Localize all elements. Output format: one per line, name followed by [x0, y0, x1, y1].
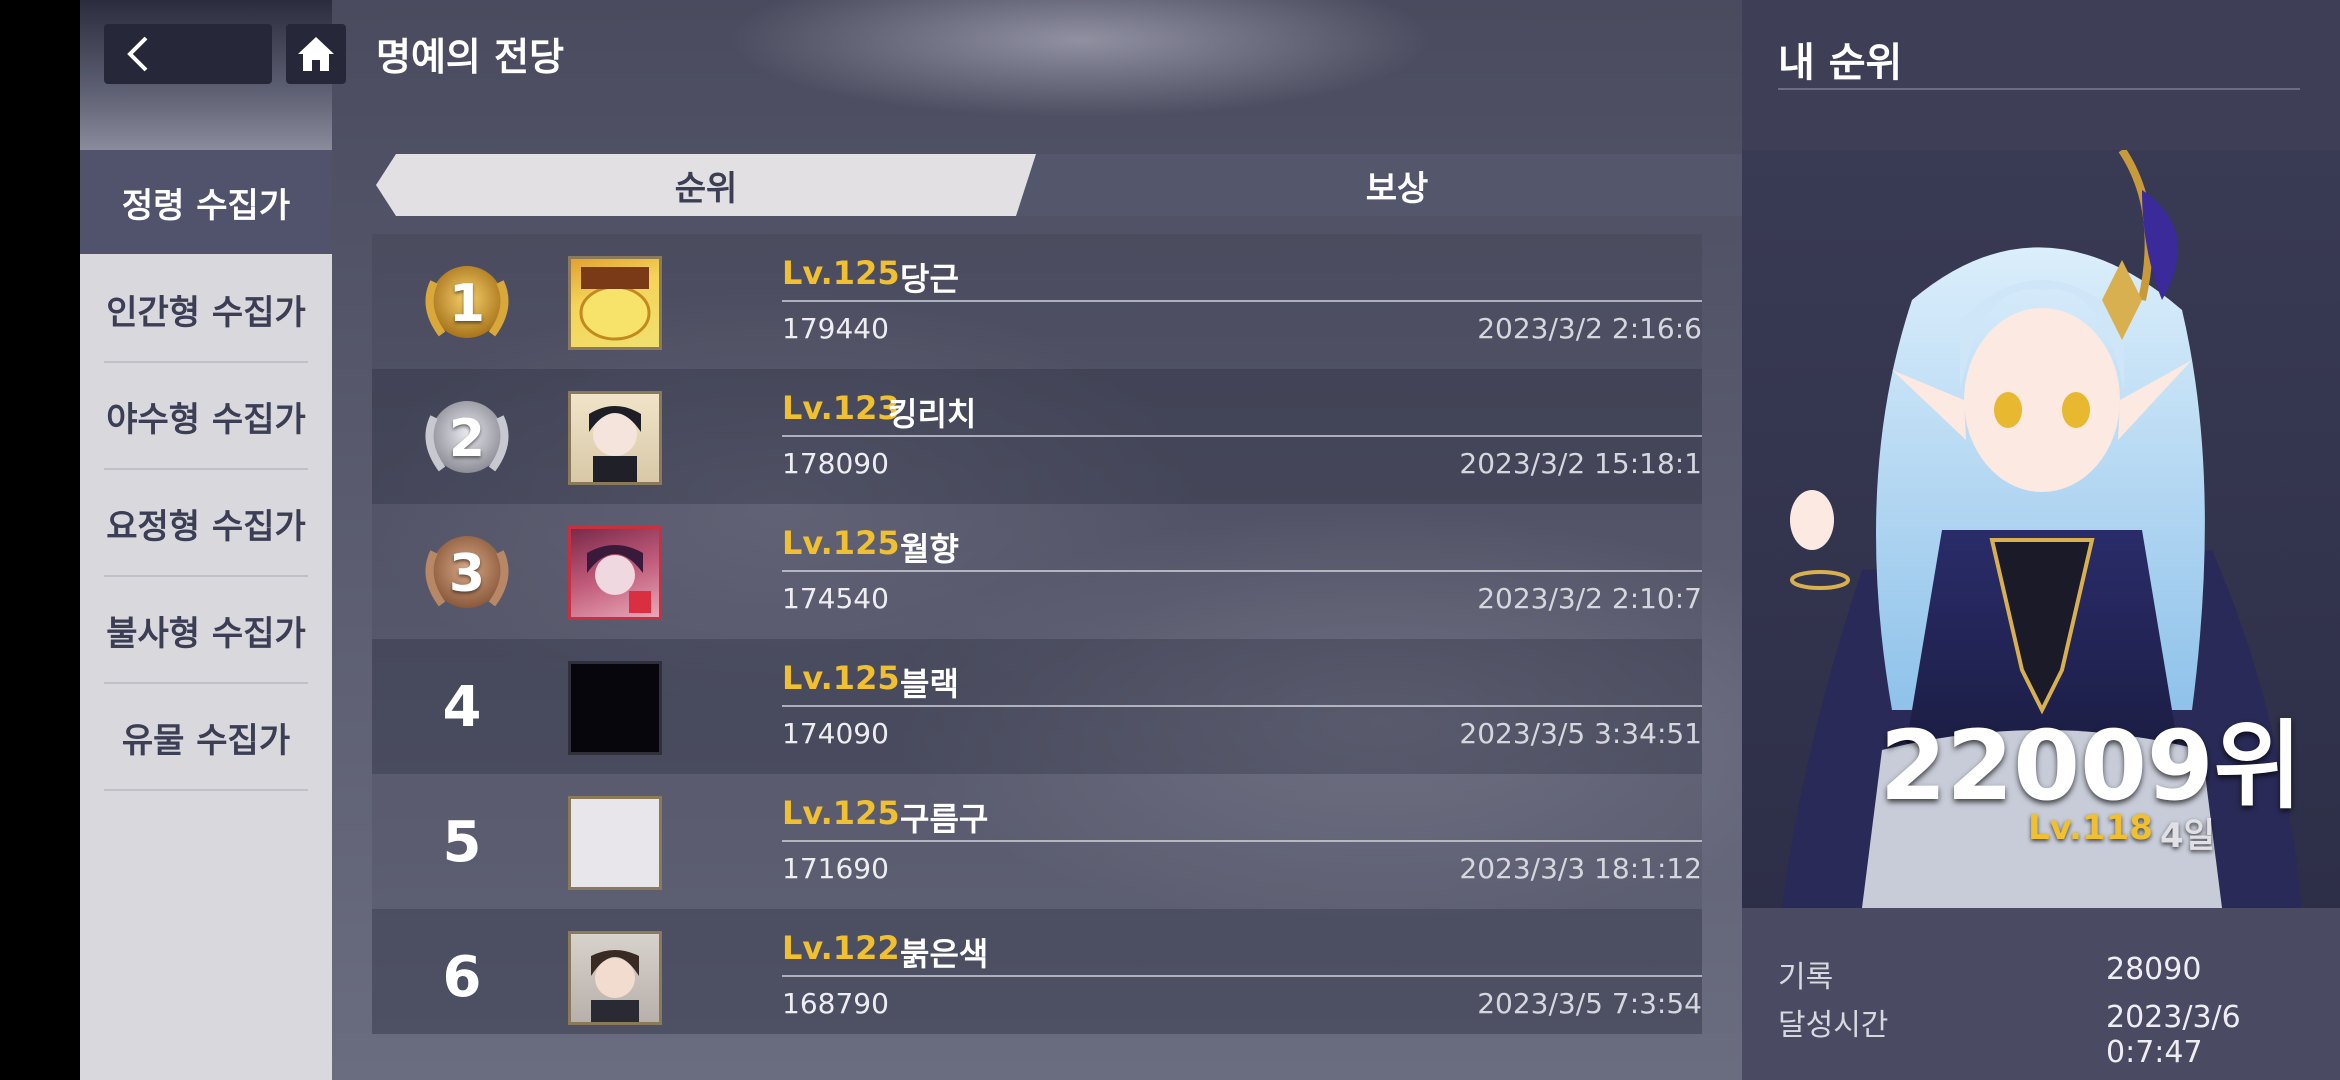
- achieved-time-value: 2023/3/6 0:7:47: [2106, 1000, 2241, 1070]
- ranking-list[interactable]: 1 Lv.125 당근 179440 2023/3/2 2:16:6 2 Lv.…: [372, 234, 1702, 1034]
- record-date: 2023/3/2 2:10:7: [1477, 582, 1702, 615]
- sidebar-divider: [104, 468, 308, 470]
- avatar: [568, 256, 662, 350]
- player-name: 월향: [900, 530, 959, 568]
- hall-of-fame-screen: 정령 수집가 인간형 수집가 야수형 수집가 요정형 수집가 불사형 수집가 유…: [80, 0, 2340, 1080]
- record-value: 28090: [2106, 952, 2202, 987]
- back-button[interactable]: [104, 24, 272, 84]
- tab-ranking[interactable]: 순위: [376, 154, 1036, 216]
- player-level: Lv.125: [782, 659, 900, 697]
- record-date: 2023/3/3 18:1:12: [1459, 852, 1702, 885]
- achieved-time-label: 달성시간: [1778, 1008, 1889, 1043]
- record-label: 기록: [1778, 960, 1834, 995]
- player-level: Lv.125: [782, 794, 900, 832]
- player-score: 174540: [782, 582, 889, 615]
- avatar: [568, 391, 662, 485]
- row-divider: [782, 435, 1702, 437]
- player-score: 171690: [782, 852, 889, 885]
- player-name: 킹리치: [888, 395, 977, 433]
- laurel-medal-icon: 3: [412, 522, 522, 622]
- sidebar-divider: [104, 682, 308, 684]
- row-divider: [782, 840, 1702, 842]
- ranking-row[interactable]: 6 Lv.122 붉은색 168790 2023/3/5 7:3:54: [372, 909, 1702, 1034]
- rank-number: 4: [442, 674, 482, 740]
- tab-bar: 보상 순위: [376, 154, 1778, 216]
- record-date: 2023/3/2 15:18:1: [1459, 447, 1702, 480]
- my-rank-value: 22009위: [1879, 710, 2302, 822]
- row-divider: [782, 300, 1702, 302]
- ranking-row[interactable]: 2 Lv.123 킹리치 178090 2023/3/2 15:18:1: [372, 369, 1702, 504]
- ranking-row[interactable]: 3 Lv.125 월향 174540 2023/3/2 2:10:7: [372, 504, 1702, 639]
- player-score: 178090: [782, 447, 889, 480]
- ranking-row[interactable]: 5 Lv.125 구름구 171690 2023/3/3 18:1:12: [372, 774, 1702, 909]
- row-divider: [782, 705, 1702, 707]
- sidebar-item-human-collector[interactable]: 인간형 수집가: [80, 257, 332, 361]
- laurel-medal-icon: 2: [412, 387, 522, 487]
- player-score: 174090: [782, 717, 889, 750]
- laurel-medal-icon: 1: [412, 252, 522, 352]
- row-divider: [782, 975, 1702, 977]
- sidebar-item-spirit-collector[interactable]: 정령 수집가: [80, 150, 332, 254]
- record-date: 2023/3/5 7:3:54: [1477, 987, 1702, 1020]
- rank-number: 5: [442, 809, 482, 875]
- my-days: 4일: [2160, 816, 2215, 856]
- sidebar-item-undead-collector[interactable]: 불사형 수집가: [80, 578, 332, 682]
- sidebar-divider: [104, 361, 308, 363]
- player-name: 당근: [900, 260, 959, 298]
- page-title: 명예의 전당: [376, 35, 565, 79]
- row-divider: [782, 570, 1702, 572]
- sidebar-item-fairy-collector[interactable]: 요정형 수집가: [80, 471, 332, 575]
- player-level: Lv.122: [782, 929, 900, 967]
- my-rank-title: 내 순위: [1778, 40, 1903, 86]
- sidebar: 정령 수집가 인간형 수집가 야수형 수집가 요정형 수집가 불사형 수집가 유…: [80, 150, 332, 1080]
- player-name: 블랙: [900, 665, 959, 703]
- my-rank-divider: [1778, 88, 2300, 90]
- avatar: [568, 931, 662, 1025]
- player-level: Lv.125: [782, 254, 900, 292]
- avatar: [568, 526, 662, 620]
- avatar: [568, 661, 662, 755]
- sidebar-divider: [104, 789, 308, 791]
- player-level: Lv.125: [782, 524, 900, 562]
- sidebar-divider: [104, 575, 308, 577]
- record-date: 2023/3/5 3:34:51: [1459, 717, 1702, 750]
- home-button[interactable]: [286, 24, 346, 84]
- rank-number: 6: [442, 944, 482, 1010]
- avatar: [568, 796, 662, 890]
- tab-reward[interactable]: 보상: [1016, 154, 1778, 216]
- sidebar-item-relic-collector[interactable]: 유물 수집가: [80, 685, 332, 789]
- sidebar-item-beast-collector[interactable]: 야수형 수집가: [80, 364, 332, 468]
- ranking-row[interactable]: 4 Lv.125 블랙 174090 2023/3/5 3:34:51: [372, 639, 1702, 774]
- player-level: Lv.123: [782, 389, 900, 427]
- player-score: 179440: [782, 312, 889, 345]
- my-level: Lv.118: [2028, 808, 2153, 848]
- ranking-row[interactable]: 1 Lv.125 당근 179440 2023/3/2 2:16:6: [372, 234, 1702, 369]
- player-name: 구름구: [900, 800, 989, 838]
- player-score: 168790: [782, 987, 889, 1020]
- player-name: 붉은색: [900, 935, 989, 973]
- record-date: 2023/3/2 2:16:6: [1477, 312, 1702, 345]
